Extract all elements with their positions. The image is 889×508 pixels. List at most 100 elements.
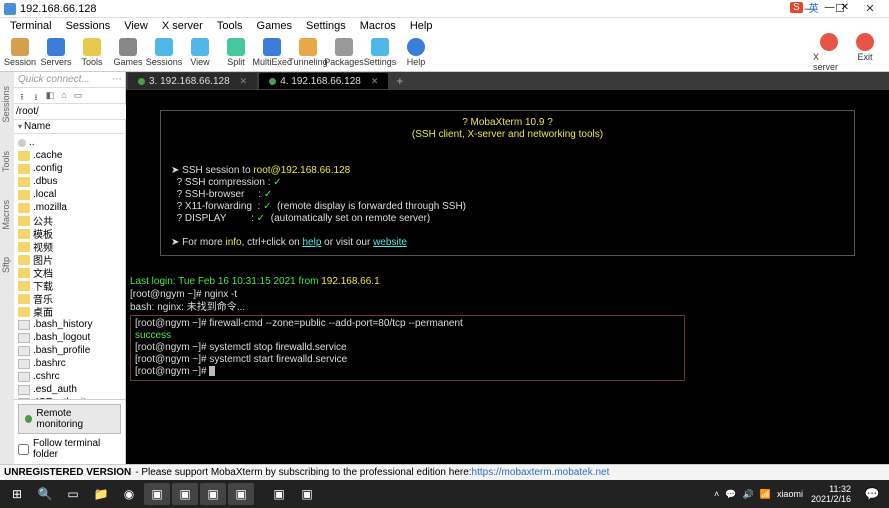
quick-connect[interactable]: Quick connect...⋯	[14, 72, 125, 88]
tb-session[interactable]: Session	[4, 38, 36, 67]
tb-exit[interactable]: Exit	[849, 33, 881, 72]
file-tree-item[interactable]: 公共	[14, 214, 125, 227]
tray-wifi-icon[interactable]: 📶	[760, 489, 771, 500]
menu-terminal[interactable]: Terminal	[4, 20, 58, 32]
file-tree-item[interactable]: .config	[14, 162, 125, 175]
file-tree-item[interactable]: 视频	[14, 240, 125, 253]
tray-wechat-icon[interactable]: 💬	[725, 489, 736, 500]
menu-tools[interactable]: Tools	[211, 20, 249, 32]
tray-up-icon[interactable]: ˄	[714, 489, 719, 499]
folder-icon	[18, 281, 30, 291]
tb-games[interactable]: Games	[112, 38, 144, 67]
folder-icon	[18, 242, 30, 252]
download-icon[interactable]: ⭳	[30, 90, 42, 102]
remote-monitoring-button[interactable]: Remote monitoring	[18, 404, 121, 434]
lang-indicator[interactable]: 英	[809, 0, 819, 15]
chrome-icon[interactable]: ◉	[116, 483, 142, 505]
file-tree-item[interactable]: .cache	[14, 149, 125, 162]
system-tray[interactable]: ˄ 💬 🔊 📶 xiaomi	[714, 489, 803, 500]
app-6-icon[interactable]: ▣	[294, 483, 320, 505]
start-button[interactable]: ⊞	[4, 483, 30, 505]
menu-settings[interactable]: Settings	[300, 20, 352, 32]
app-4-icon[interactable]: ▣	[228, 483, 254, 505]
tb-packages[interactable]: Packages	[328, 38, 360, 67]
close-button[interactable]: ✕	[855, 2, 885, 15]
file-tree-item[interactable]: 音乐	[14, 292, 125, 305]
menu-games[interactable]: Games	[251, 20, 298, 32]
tb-xserver[interactable]: X server	[813, 33, 845, 72]
props-icon[interactable]: ◧	[44, 90, 56, 102]
close-tab-icon[interactable]: ✕	[240, 76, 248, 87]
terminal-tab-4[interactable]: 4. 192.168.66.128 ✕	[259, 73, 388, 89]
tb-sessions[interactable]: Sessions	[148, 38, 180, 67]
folder-icon	[18, 268, 30, 278]
follow-terminal-checkbox[interactable]: Follow terminal folder	[18, 438, 121, 460]
sftp-toolbar: ⭱ ⭳ ◧ ⌂ ▭	[14, 88, 125, 104]
sidetab-sessions[interactable]: Sessions	[0, 82, 14, 127]
tb-view[interactable]: View	[184, 38, 216, 67]
file-tree-item[interactable]: .cshrc	[14, 370, 125, 383]
taskbar-clock[interactable]: 11:322021/2/16	[811, 484, 851, 504]
tb-settings[interactable]: Settings	[364, 38, 396, 67]
file-tree-item[interactable]: .bash_profile	[14, 344, 125, 357]
file-tree-item[interactable]: 文档	[14, 266, 125, 279]
app-5-icon[interactable]: ▣	[266, 483, 292, 505]
ime-icon[interactable]: S	[790, 2, 803, 13]
newfolder-icon[interactable]: ▭	[72, 90, 84, 102]
terminal-output[interactable]: ? MobaXterm 10.9 ? (SSH client, X-server…	[126, 90, 889, 464]
app-2-icon[interactable]: ▣	[172, 483, 198, 505]
app-3-icon[interactable]: ▣	[200, 483, 226, 505]
file-tree-item[interactable]: 桌面	[14, 305, 125, 318]
app-1-icon[interactable]: ▣	[144, 483, 170, 505]
file-tree-item[interactable]: .bash_logout	[14, 331, 125, 344]
menu-xserver[interactable]: X server	[156, 20, 209, 32]
search-icon[interactable]: 🔍	[32, 483, 58, 505]
home-icon[interactable]: ⌂	[58, 90, 70, 102]
tray-net-icon[interactable]: 🔊	[743, 489, 754, 500]
file-tree-item[interactable]: ..	[14, 136, 125, 149]
menu-view[interactable]: View	[118, 20, 154, 32]
file-tree-item[interactable]: 模板	[14, 227, 125, 240]
menu-help[interactable]: Help	[404, 20, 439, 32]
notifications-icon[interactable]: 💬	[859, 483, 885, 505]
unregistered-label: UNREGISTERED VERSION	[4, 467, 131, 478]
menu-sessions[interactable]: Sessions	[60, 20, 117, 32]
sidetab-macros[interactable]: Macros	[0, 196, 14, 234]
terminal-tabs: 3. 192.168.66.128 ✕ 4. 192.168.66.128 ✕ …	[126, 72, 889, 90]
file-tree-item[interactable]: .local	[14, 188, 125, 201]
file-tree-item[interactable]: .esd_auth	[14, 383, 125, 396]
new-tab-button[interactable]: +	[390, 74, 409, 88]
tray-brand: xiaomi	[777, 489, 803, 499]
tb-servers[interactable]: Servers	[40, 38, 72, 67]
explorer-icon[interactable]: 📁	[88, 483, 114, 505]
name-header[interactable]: Name	[14, 120, 125, 134]
tb-multiexec[interactable]: MultiExec	[256, 38, 288, 67]
tb-tunneling[interactable]: Tunneling	[292, 38, 324, 67]
purchase-link[interactable]: https://mobaxterm.mobatek.net	[472, 467, 610, 478]
sys-close[interactable]: ✕	[841, 2, 849, 13]
file-name: .bashrc	[33, 358, 66, 369]
folder-icon	[18, 294, 30, 304]
sidetab-sftp[interactable]: Sftp	[0, 253, 14, 277]
follow-checkbox[interactable]	[18, 444, 29, 455]
terminal-tab-3[interactable]: 3. 192.168.66.128 ✕	[128, 73, 257, 89]
file-name: .cshrc	[33, 371, 60, 382]
tb-split[interactable]: Split	[220, 38, 252, 67]
file-tree-item[interactable]: .mozilla	[14, 201, 125, 214]
sys-min[interactable]: —	[825, 2, 835, 13]
sidetab-tools[interactable]: Tools	[0, 147, 14, 176]
file-icon	[18, 333, 30, 343]
file-tree-item[interactable]: 下载	[14, 279, 125, 292]
file-tree-item[interactable]: 图片	[14, 253, 125, 266]
folder-icon	[18, 255, 30, 265]
file-name: ..	[29, 137, 35, 148]
tb-help[interactable]: Help	[400, 38, 432, 67]
file-tree-item[interactable]: .bashrc	[14, 357, 125, 370]
upload-icon[interactable]: ⭱	[16, 90, 28, 102]
tb-tools[interactable]: Tools	[76, 38, 108, 67]
close-tab-icon[interactable]: ✕	[371, 76, 379, 87]
file-tree-item[interactable]: .dbus	[14, 175, 125, 188]
task-view-icon[interactable]: ▭	[60, 483, 86, 505]
file-tree-item[interactable]: .bash_history	[14, 318, 125, 331]
menu-macros[interactable]: Macros	[354, 20, 402, 32]
